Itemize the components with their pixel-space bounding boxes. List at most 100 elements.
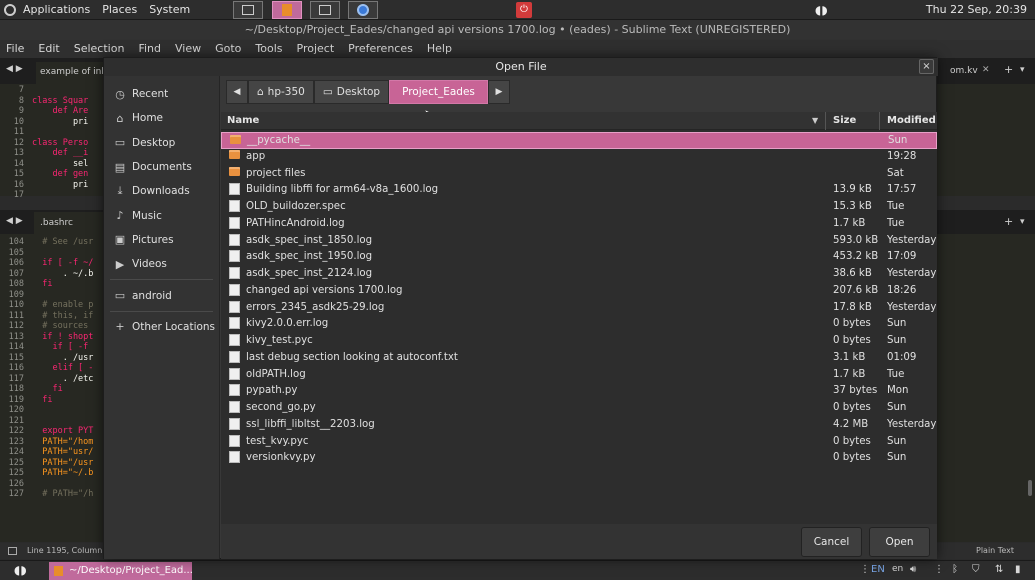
menu-edit[interactable]: Edit [38, 40, 59, 58]
shield-icon[interactable]: ⛉ [972, 564, 980, 575]
file-row[interactable]: test_kvy.pyc 0 bytes Sun [221, 434, 937, 451]
tab-nav-arrows-2-icon[interactable]: ◀ ▶ [6, 216, 23, 226]
tab-example-of-inh[interactable]: example of inh [36, 62, 104, 84]
sidebar-item-videos[interactable]: ▶ Videos [104, 252, 219, 276]
column-name[interactable]: Name [227, 112, 259, 130]
sidebar-item-downloads[interactable]: ⤓ Downloads [104, 179, 219, 203]
bluetooth-icon[interactable]: ᛒ [952, 564, 958, 575]
menu-goto[interactable]: Goto [215, 40, 241, 58]
editor-pane-bottom[interactable]: 104 # See /usr 105 106 if [ -f ~/107 . ~/.… [0, 234, 104, 542]
launcher-app-1-icon[interactable] [233, 1, 263, 19]
syntax-selector[interactable]: Plain Text [976, 543, 1014, 559]
tab-om-kv[interactable]: om.kv [950, 66, 978, 76]
menu-find[interactable]: Find [138, 40, 161, 58]
file-row[interactable]: asdk_spec_inst_1950.log 453.2 kB 17:09 [221, 249, 937, 266]
file-row[interactable]: app 19:28 [221, 149, 937, 166]
keyboard-layout[interactable]: EN [871, 564, 885, 575]
browser-launcher-icon[interactable] [348, 1, 378, 19]
show-desktop-icon[interactable]: ◖◗ [14, 563, 27, 577]
sublime-text-launcher-icon[interactable] [272, 1, 302, 19]
path-back-icon[interactable]: ◀ [226, 80, 248, 104]
tab-nav-arrows-icon[interactable]: ◀ ▶ [6, 64, 23, 74]
file-row[interactable]: PATHincAndroid.log 1.7 kB Tue [221, 216, 937, 233]
file-row[interactable]: changed api versions 1700.log 207.6 kB 18:… [221, 283, 937, 300]
menu-help[interactable]: Help [427, 40, 452, 58]
code-line: 10 pri [0, 117, 104, 128]
open-button[interactable]: Open [869, 527, 930, 557]
file-row[interactable]: __pycache__ Sun [221, 132, 937, 149]
file-row[interactable]: asdk_spec_inst_2124.log 38.6 kB Yesterday [221, 266, 937, 283]
editor-pane-top[interactable]: 7 8 class Squar 9 def Are 10 pri 11 12 class Pe… [0, 84, 104, 200]
dialog-close-icon[interactable]: × [919, 59, 934, 74]
file-row[interactable]: project files Sat [221, 166, 937, 183]
input-method[interactable]: en [892, 564, 903, 574]
menu-selection[interactable]: Selection [74, 40, 125, 58]
tab-list-2-icon[interactable]: ▾ [1020, 217, 1025, 227]
tab-close-icon[interactable]: ✕ [982, 65, 990, 75]
menu-tools[interactable]: Tools [255, 40, 282, 58]
sidebar-item-pictures[interactable]: ▣ Pictures [104, 228, 219, 252]
sidebar-item-label: Documents [132, 161, 192, 174]
file-row[interactable]: Building libffi for arm64-v8a_1600.log 13… [221, 182, 937, 199]
menu-file[interactable]: File [6, 40, 24, 58]
places-menu[interactable]: Places [102, 3, 137, 16]
terminal-launcher-icon[interactable] [310, 1, 340, 19]
sidebar-item-home[interactable]: ⌂ Home [104, 106, 219, 130]
volume-icon[interactable]: 🔊︎ [910, 564, 916, 575]
network-icon[interactable]: ⇅ [995, 564, 1003, 575]
menu-dots-icon[interactable]: ⋮ [860, 564, 870, 575]
line-number: 9 [18, 106, 24, 116]
path-forward-icon[interactable]: ▶ [487, 80, 510, 104]
file-row[interactable]: kivy_test.pyc 0 bytes Sun [221, 333, 937, 350]
places-sidebar: ◷ Recent ⌂ Home ▭ Desktop ▤ Documents ⤓ Downloads… [104, 76, 220, 559]
window-title: ~/Desktop/Project_Eades/changed api vers… [0, 20, 1035, 40]
sidebar-item-music[interactable]: ♪ Music [104, 203, 219, 227]
system-menu[interactable]: System [149, 3, 190, 16]
scrollbar-thumb[interactable] [1028, 480, 1032, 496]
tab-bashrc[interactable]: .bashrc [34, 212, 104, 234]
file-row[interactable]: ssl_libffi_libltst__2203.log 4.2 MB Yester… [221, 417, 937, 434]
power-icon[interactable]: ⏻ [516, 2, 532, 18]
file-row[interactable]: oldPATH.log 1.7 kB Tue [221, 367, 937, 384]
code-line: 124 PATH="usr/ [0, 447, 104, 458]
menu-preferences[interactable]: Preferences [348, 40, 413, 58]
file-row[interactable]: pypath.py 37 bytes Mon [221, 383, 937, 400]
file-row[interactable]: last debug section looking at autoconf.t… [221, 350, 937, 367]
path-crumb-project-eades[interactable]: Project_Eades [389, 80, 488, 104]
cancel-button[interactable]: Cancel [801, 527, 862, 557]
new-tab-2-icon[interactable]: + [1004, 215, 1013, 228]
code-line: 111 # this, if [0, 311, 104, 322]
editor-pane-top-right[interactable] [937, 84, 1035, 196]
file-row[interactable]: versionkvy.py 0 bytes Sun [221, 450, 937, 467]
file-name: oldPATH.log [246, 368, 306, 380]
column-size[interactable]: Size [833, 112, 856, 130]
file-row[interactable]: kivy2.0.0.err.log 0 bytes Sun [221, 316, 937, 333]
taskbar-window-button[interactable]: ~/Desktop/Project_Ead... [49, 562, 192, 580]
menu-view[interactable]: View [175, 40, 201, 58]
sidebar-item-documents[interactable]: ▤ Documents [104, 155, 219, 179]
indicator-icon[interactable]: ◖◗ [815, 3, 828, 17]
sidebar-item-recent[interactable]: ◷ Recent [104, 82, 219, 106]
applications-menu[interactable]: Applications [4, 3, 90, 16]
panel-toggle-icon[interactable] [8, 547, 17, 555]
battery-icon[interactable]: ▮ [1015, 564, 1021, 575]
sidebar-item-desktop[interactable]: ▭ Desktop [104, 131, 219, 155]
menu-project[interactable]: Project [297, 40, 335, 58]
column-modified[interactable]: Modified [887, 112, 936, 130]
path-crumb-home[interactable]: ⌂ hp-350 [248, 80, 314, 104]
code-line: 7 [0, 85, 104, 96]
sidebar-item-other-locations[interactable]: + Other Locations [104, 315, 219, 339]
sidebar-item-label: Downloads [132, 185, 190, 198]
line-number: 113 [8, 331, 24, 342]
path-crumb-desktop[interactable]: ▭ Desktop [313, 80, 390, 104]
new-tab-icon[interactable]: + [1004, 63, 1013, 76]
sidebar-item-android[interactable]: ▭ android [104, 283, 219, 307]
tab-list-icon[interactable]: ▾ [1020, 65, 1025, 75]
clock[interactable]: Thu 22 Sep, 20:39 [926, 3, 1027, 16]
sort-down-icon[interactable]: ▼ [812, 112, 818, 130]
editor-pane-bottom-right[interactable] [937, 234, 1035, 542]
file-row[interactable]: errors_2345_asdk25-29.log 17.8 kB Yesterda… [221, 300, 937, 317]
file-row[interactable]: asdk_spec_inst_1850.log 593.0 kB Yesterday [221, 233, 937, 250]
file-row[interactable]: OLD_buildozer.spec 15.3 kB Tue [221, 199, 937, 216]
file-row[interactable]: second_go.py 0 bytes Sun [221, 400, 937, 417]
